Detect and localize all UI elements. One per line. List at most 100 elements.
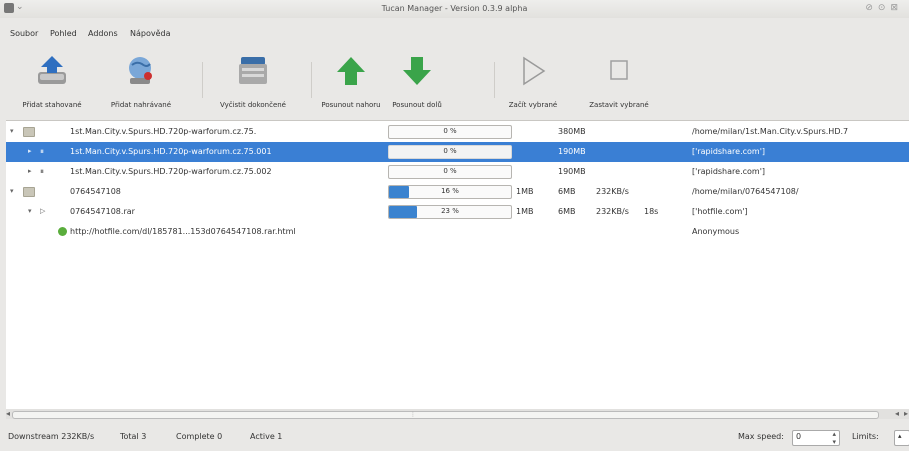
progress-bar: 0 %	[388, 125, 512, 139]
pause-icon: ⏸	[40, 167, 44, 176]
progress-text: 16 %	[441, 187, 459, 195]
add-upload-label: Přidat nahrávané	[110, 101, 172, 109]
row-speed: 232KB/s	[596, 187, 629, 196]
status-total: Total 3	[120, 432, 147, 441]
row-name: 0764547108	[70, 187, 121, 196]
row-path: Anonymous	[692, 227, 740, 236]
start-selected-label: Začít vybrané	[508, 101, 558, 109]
table-row[interactable]: ▸ ⏸ 1st.Man.City.v.Spurs.HD.720p-warforu…	[6, 162, 909, 182]
title-bar: ⌄ Tucan Manager - Version 0.3.9 alpha ⊘⊙…	[0, 0, 909, 18]
clear-completed-icon	[239, 57, 267, 84]
limits-label: Limits:	[852, 432, 879, 441]
add-download-icon	[38, 56, 66, 84]
row-name: 1st.Man.City.v.Spurs.HD.720p-warforum.cz…	[70, 127, 257, 136]
close-icon[interactable]: ⊠	[890, 3, 903, 13]
start-selected-button[interactable]: Začít vybrané	[504, 44, 562, 116]
toolbar-separator	[494, 62, 495, 98]
table-row[interactable]: http://hotfile.com/dl/185781...153d07645…	[6, 222, 909, 242]
move-down-label: Posunout dolů	[392, 101, 442, 109]
download-list: ▾ 1st.Man.City.v.Spurs.HD.720p-warforum.…	[6, 120, 909, 410]
menu-addons[interactable]: Addons	[88, 29, 118, 38]
menu-bar: Soubor Pohled Addons Nápověda	[0, 18, 909, 44]
expand-arrow-icon[interactable]: ▸	[28, 167, 32, 175]
progress-bar: 23 %	[388, 205, 512, 219]
table-row[interactable]: ▾ 1st.Man.City.v.Spurs.HD.720p-warforum.…	[6, 122, 909, 142]
stop-selected-label: Zastavit vybrané	[589, 101, 649, 109]
scroll-left-icon[interactable]: ◂	[895, 409, 899, 418]
toolbar: Přidat stahované Přidat nahrávané Vyčist…	[0, 44, 909, 120]
add-upload-button[interactable]: Přidat nahrávané	[105, 44, 177, 116]
arrow-down-icon	[403, 57, 431, 85]
row-path: ['hotfile.com']	[692, 207, 748, 216]
progress-text: 23 %	[441, 207, 459, 215]
row-done: 1MB	[516, 187, 534, 196]
arrow-up-icon	[337, 57, 365, 85]
row-path: ['rapidshare.com']	[692, 167, 766, 176]
scrollbar-track[interactable]	[12, 411, 879, 419]
folder-icon	[23, 127, 35, 137]
folder-icon	[23, 187, 35, 197]
link-status-icon	[58, 227, 67, 236]
status-downstream: Downstream 232KB/s	[8, 432, 95, 441]
row-eta: 18s	[644, 207, 659, 216]
collapse-arrow-icon[interactable]: ▾	[10, 127, 14, 135]
max-speed-value: 0	[796, 432, 802, 441]
limits-toggle[interactable]: ▴	[894, 430, 909, 446]
table-row[interactable]: ▾ ▷ 0764547108.rar 23 % 1MB 6MB 232KB/s …	[6, 202, 909, 222]
progress-text: 0 %	[443, 147, 457, 155]
progress-bar: 0 %	[388, 145, 512, 159]
clear-completed-label: Vyčistit dokončené	[220, 101, 286, 109]
toolbar-separator	[311, 62, 312, 98]
progress-text: 0 %	[443, 127, 457, 135]
row-size: 190MB	[558, 167, 586, 176]
move-up-label: Posunout nahoru	[321, 101, 381, 109]
limits-arrow-icon: ▴	[898, 432, 902, 440]
row-name: 0764547108.rar	[70, 207, 135, 216]
add-download-button[interactable]: Přidat stahované	[12, 44, 92, 116]
collapse-arrow-icon[interactable]: ▾	[28, 207, 32, 215]
scroll-left-icon[interactable]: ◂	[6, 409, 10, 418]
row-link: http://hotfile.com/dl/185781...153d07645…	[70, 227, 296, 236]
stop-icon	[610, 60, 628, 80]
row-size: 6MB	[558, 187, 576, 196]
window-title: Tucan Manager - Version 0.3.9 alpha	[381, 4, 528, 13]
scrollbar-grip-icon: ⋮	[410, 411, 416, 418]
row-size: 380MB	[558, 127, 586, 136]
max-speed-label: Max speed:	[738, 432, 784, 441]
status-bar: Downstream 232KB/s Total 3 Complete 0 Ac…	[0, 420, 909, 451]
scroll-right-icon[interactable]: ▸	[904, 409, 908, 418]
spin-arrows-icon[interactable]: ▴ ▾	[832, 430, 836, 446]
horizontal-scrollbar[interactable]: ◂ ⋮ ◂ ▸	[6, 409, 909, 419]
status-complete: Complete 0	[176, 432, 223, 441]
add-download-label: Přidat stahované	[22, 101, 82, 109]
row-speed: 232KB/s	[596, 207, 629, 216]
maximize-icon[interactable]: ⊙	[878, 3, 891, 13]
menu-pohled[interactable]: Pohled	[50, 29, 77, 38]
play-small-icon: ▷	[40, 207, 46, 215]
menu-napoveda[interactable]: Nápověda	[130, 29, 171, 38]
row-path: ['rapidshare.com']	[692, 147, 766, 156]
minimize-icon[interactable]: ⊘	[865, 3, 878, 13]
toolbar-separator	[202, 62, 203, 98]
move-up-button[interactable]: Posunout nahoru	[320, 44, 382, 116]
row-path: /home/milan/1st.Man.City.v.Spurs.HD.7	[692, 127, 849, 136]
pause-icon: ⏸	[40, 147, 44, 156]
max-speed-spinbox[interactable]: 0 ▴ ▾	[792, 430, 840, 446]
progress-bar: 0 %	[388, 165, 512, 179]
table-row[interactable]: ▾ 0764547108 16 % 1MB 6MB 232KB/s /home/…	[6, 182, 909, 202]
play-icon	[523, 56, 546, 86]
progress-text: 0 %	[443, 167, 457, 175]
row-path: /home/milan/0764547108/	[692, 187, 799, 196]
stop-selected-button[interactable]: Zastavit vybrané	[588, 44, 650, 116]
clear-completed-button[interactable]: Vyčistit dokončené	[210, 44, 296, 116]
row-size: 190MB	[558, 147, 586, 156]
table-row[interactable]: ▸ ⏸ 1st.Man.City.v.Spurs.HD.720p-warforu…	[6, 142, 909, 162]
progress-bar: 16 %	[388, 185, 512, 199]
collapse-arrow-icon[interactable]: ▾	[10, 187, 14, 195]
add-upload-icon	[129, 57, 152, 84]
row-size: 6MB	[558, 207, 576, 216]
expand-arrow-icon[interactable]: ▸	[28, 147, 32, 155]
menu-soubor[interactable]: Soubor	[10, 29, 38, 38]
move-down-button[interactable]: Posunout dolů	[386, 44, 448, 116]
row-done: 1MB	[516, 207, 534, 216]
